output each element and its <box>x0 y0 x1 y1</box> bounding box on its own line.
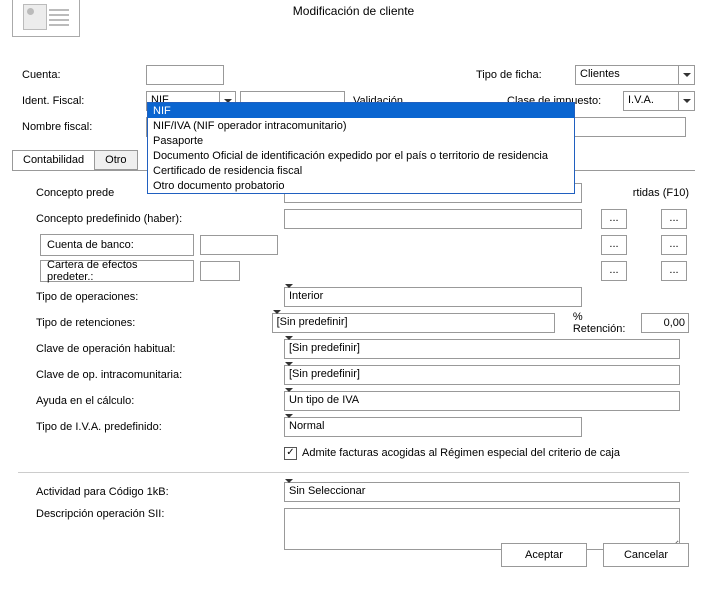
tab-contabilidad[interactable]: Contabilidad <box>12 150 95 170</box>
clave-intracomunitaria-label: Clave de op. intracomunitaria: <box>36 369 284 381</box>
cuenta-banco-label: Cuenta de banco: <box>47 239 134 251</box>
chevron-down-icon <box>678 66 694 84</box>
tab-other[interactable]: Otro <box>94 150 137 170</box>
cuenta-input[interactable] <box>146 65 224 85</box>
nombre-fiscal-label: Nombre fiscal: <box>22 121 146 133</box>
accept-button[interactable]: Aceptar <box>501 543 587 567</box>
cuenta-banco-input[interactable] <box>200 235 278 255</box>
contrapartida-more-1b[interactable]: ... <box>661 209 687 229</box>
clave-operacion-habitual-label: Clave de operación habitual: <box>36 343 284 355</box>
cartera-efectos-label: Cartera de efectos predeter.: <box>47 259 187 283</box>
actividad-1kb-label: Actividad para Código 1kB: <box>36 486 284 498</box>
ident-fiscal-label: Ident. Fiscal: <box>22 95 146 107</box>
clave-operacion-habitual-select[interactable]: [Sin predefinir] <box>284 339 680 359</box>
dialog-title: Modificación de cliente <box>293 4 414 18</box>
tipo-retenciones-select[interactable]: [Sin predefinir] <box>272 313 555 333</box>
ident-fiscal-option[interactable]: Otro documento probatorio <box>148 178 574 193</box>
clave-intracomunitaria-select[interactable]: [Sin predefinir] <box>284 365 680 385</box>
document-preview-icon <box>12 0 80 37</box>
chevron-down-icon <box>678 92 694 110</box>
tipo-operaciones-label: Tipo de operaciones: <box>36 291 284 303</box>
clave-intracomunitaria-value: [Sin predefinir] <box>289 368 360 380</box>
tipo-ficha-label: Tipo de ficha: <box>476 69 571 81</box>
tipo-retenciones-value: [Sin predefinir] <box>277 316 348 328</box>
ayuda-calculo-label: Ayuda en el cálculo: <box>36 395 284 407</box>
iva-predefinido-value: Normal <box>289 420 324 432</box>
tipo-ficha-select[interactable]: Clientes <box>575 65 695 85</box>
tipo-ficha-value: Clientes <box>580 68 620 80</box>
contrapartida-more-3a[interactable]: ... <box>601 261 627 281</box>
contrapartidas-hint: rtidas (F10) <box>633 187 689 199</box>
ayuda-calculo-value: Un tipo de IVA <box>289 394 359 406</box>
concepto-predefinido-haber-label: Concepto predefinido (haber): <box>36 213 284 225</box>
pct-retencion-input[interactable] <box>641 313 689 333</box>
contrapartida-more-2b[interactable]: ... <box>661 235 687 255</box>
iva-predefinido-select[interactable]: Normal <box>284 417 582 437</box>
criterio-caja-label: Admite facturas acogidas al Régimen espe… <box>302 447 620 459</box>
iva-predefinido-label: Tipo de I.V.A. predefinido: <box>36 421 284 433</box>
actividad-1kb-value: Sin Seleccionar <box>289 485 365 497</box>
ident-fiscal-option[interactable]: NIF/IVA (NIF operador intracomunitario) <box>148 118 574 133</box>
ident-fiscal-dropdown[interactable]: NIF NIF/IVA (NIF operador intracomunitar… <box>147 102 575 194</box>
contrapartida-more-1a[interactable]: ... <box>601 209 627 229</box>
cartera-efectos-button[interactable]: Cartera de efectos predeter.: <box>40 260 194 282</box>
cuenta-label: Cuenta: <box>22 69 146 81</box>
ayuda-calculo-select[interactable]: Un tipo de IVA <box>284 391 680 411</box>
tipo-retenciones-label: Tipo de retenciones: <box>36 317 272 329</box>
ident-fiscal-option[interactable]: Pasaporte <box>148 133 574 148</box>
tipo-operaciones-value: Interior <box>289 290 323 302</box>
cancel-button[interactable]: Cancelar <box>603 543 689 567</box>
concepto-predefinido-haber-input[interactable] <box>284 209 582 229</box>
contrapartida-more-2a[interactable]: ... <box>601 235 627 255</box>
ident-fiscal-option[interactable]: NIF <box>148 103 574 118</box>
descripcion-sii-label: Descripción operación SII: <box>36 508 284 520</box>
ident-fiscal-option[interactable]: Certificado de residencia fiscal <box>148 163 574 178</box>
ident-fiscal-option[interactable]: Documento Oficial de identificación expe… <box>148 148 574 163</box>
cartera-efectos-input[interactable] <box>200 261 240 281</box>
contrapartida-more-3b[interactable]: ... <box>661 261 687 281</box>
pct-retencion-label: % Retención: <box>573 311 635 335</box>
clase-impuesto-value: I.V.A. <box>628 94 654 106</box>
actividad-1kb-select[interactable]: Sin Seleccionar <box>284 482 680 502</box>
clave-operacion-habitual-value: [Sin predefinir] <box>289 342 360 354</box>
cuenta-banco-button[interactable]: Cuenta de banco: <box>40 234 194 256</box>
tipo-operaciones-select[interactable]: Interior <box>284 287 582 307</box>
clase-impuesto-select[interactable]: I.V.A. <box>623 91 695 111</box>
criterio-caja-checkbox[interactable] <box>284 447 297 460</box>
